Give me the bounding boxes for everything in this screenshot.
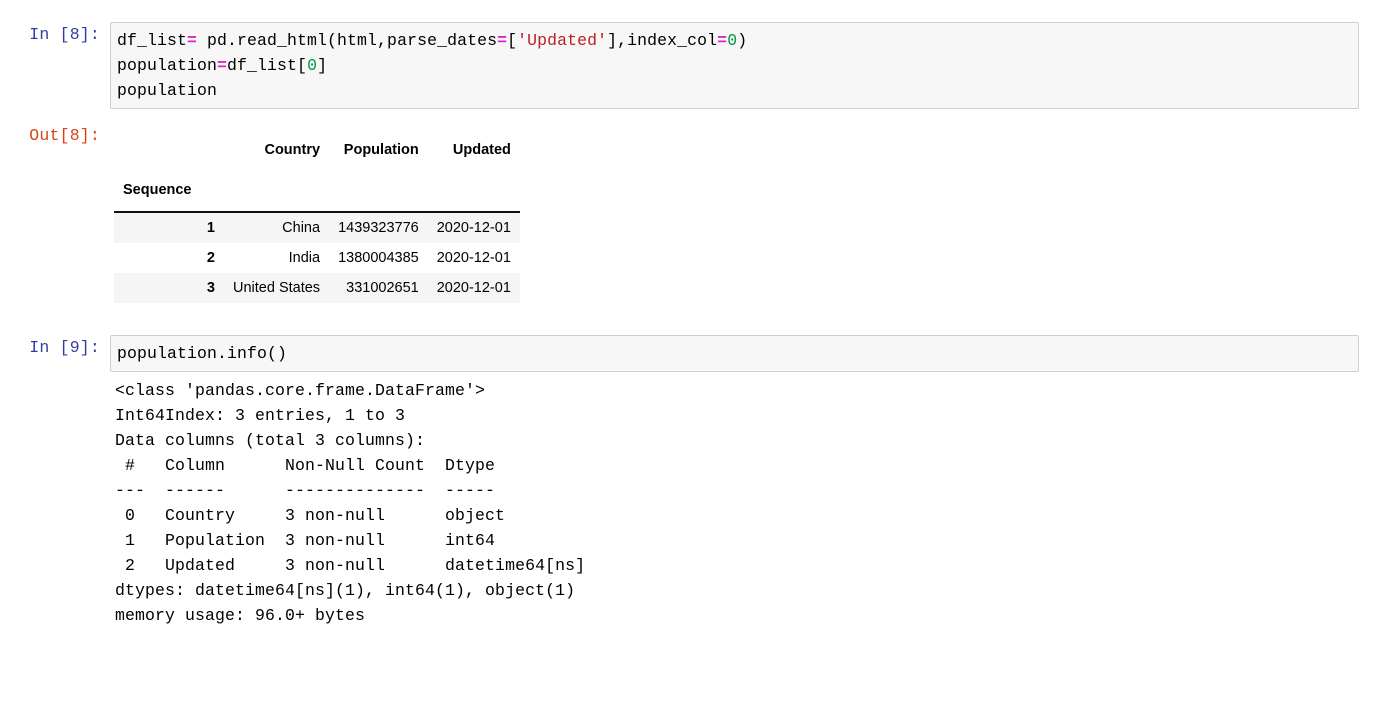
- code-input-area-8[interactable]: df_list= pd.read_html(html,parse_dates=[…: [110, 22, 1390, 109]
- column-header-country: Country: [224, 131, 329, 169]
- code-line-2: population=df_list[0]: [117, 53, 1354, 78]
- top-spacer: [0, 0, 1390, 22]
- notebook-container: In [8]: df_list= pd.read_html(html,parse…: [0, 0, 1390, 628]
- dataframe-output-area: Country Population Updated Sequence: [110, 123, 1390, 303]
- column-header-row: Country Population Updated: [114, 131, 520, 169]
- cell-country-2: India: [224, 243, 329, 273]
- cell-gap-1: [0, 109, 1390, 123]
- table-row: 3 United States 331002651 2020-12-01: [114, 273, 520, 303]
- column-header-updated: Updated: [428, 131, 520, 169]
- index-rule-cell-3: [428, 169, 520, 212]
- table-row: 2 India 1380004385 2020-12-01: [114, 243, 520, 273]
- cell-population-1: 1439323776: [329, 212, 428, 243]
- index-name-row: Sequence: [114, 169, 520, 212]
- output-cell-out-8: Out[8]: Country Population Updated S: [0, 123, 1390, 303]
- column-header-population: Population: [329, 131, 428, 169]
- code-cell-in-9[interactable]: In [9]: population.info(): [0, 335, 1390, 372]
- index-rule-cell-1: [224, 169, 329, 212]
- row-index-3: 3: [114, 273, 224, 303]
- cell-country-1: China: [224, 212, 329, 243]
- cell-country-3: United States: [224, 273, 329, 303]
- table-body: 1 China 1439323776 2020-12-01 2 India 13…: [114, 212, 520, 303]
- table-index-header: Sequence: [114, 169, 520, 212]
- stream-output-area: <class 'pandas.core.frame.DataFrame'> In…: [110, 378, 1390, 628]
- code-editor-9[interactable]: population.info(): [110, 335, 1359, 372]
- code-line-1: df_list= pd.read_html(html,parse_dates=[…: [117, 28, 1354, 53]
- cell-gap-2: [0, 303, 1390, 335]
- cell-updated-2: 2020-12-01: [428, 243, 520, 273]
- cell-updated-1: 2020-12-01: [428, 212, 520, 243]
- index-name-sequence: Sequence: [114, 169, 224, 212]
- input-prompt-9: In [9]:: [0, 335, 110, 360]
- cell-population-2: 1380004385: [329, 243, 428, 273]
- corner-blank-cell: [114, 131, 224, 169]
- code-cell-in-8[interactable]: In [8]: df_list= pd.read_html(html,parse…: [0, 22, 1390, 109]
- row-index-2: 2: [114, 243, 224, 273]
- population-dataframe-table: Country Population Updated Sequence: [114, 131, 520, 303]
- dataframe-info-text: <class 'pandas.core.frame.DataFrame'> In…: [110, 378, 1390, 628]
- table-row: 1 China 1439323776 2020-12-01: [114, 212, 520, 243]
- row-index-1: 1: [114, 212, 224, 243]
- code-input-area-9[interactable]: population.info(): [110, 335, 1390, 372]
- output-prompt-8: Out[8]:: [0, 123, 110, 148]
- code-editor-8[interactable]: df_list= pd.read_html(html,parse_dates=[…: [110, 22, 1359, 109]
- table-column-header: Country Population Updated: [114, 131, 520, 169]
- index-rule-cell-2: [329, 169, 428, 212]
- input-prompt-8: In [8]:: [0, 22, 110, 47]
- output-cell-stream: <class 'pandas.core.frame.DataFrame'> In…: [0, 378, 1390, 628]
- code-line-3: population: [117, 78, 1354, 103]
- code-line-1: population.info(): [117, 341, 1354, 366]
- cell-population-3: 331002651: [329, 273, 428, 303]
- cell-updated-3: 2020-12-01: [428, 273, 520, 303]
- dataframe-wrapper: Country Population Updated Sequence: [110, 123, 1390, 303]
